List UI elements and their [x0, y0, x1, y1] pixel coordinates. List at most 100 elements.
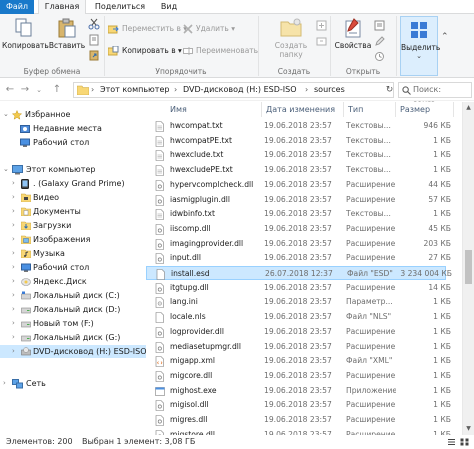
expand-arrow-icon[interactable]: ›: [12, 317, 15, 330]
expand-arrow-icon[interactable]: ›: [3, 377, 6, 390]
column-date-modified[interactable]: Дата изменения: [262, 102, 344, 117]
file-row[interactable]: migcore.dll 19.06.2018 23:57 Расширение...…: [146, 369, 451, 383]
breadcrumb-this-pc[interactable]: Этот компьютер: [100, 83, 169, 97]
nav-item-desktop-pc[interactable]: › Рабочий стол: [0, 261, 146, 274]
file-row[interactable]: imagingprovider.dll 19.06.2018 23:57 Расши…: [146, 237, 451, 251]
nav-item-galaxy-phone[interactable]: › . (Galaxy Grand Prime): [0, 177, 146, 190]
nav-item-this-pc[interactable]: ⌄ Этот компьютер: [0, 163, 146, 176]
tab-file[interactable]: Файл: [0, 0, 34, 14]
expand-arrow-icon[interactable]: ›: [12, 177, 15, 190]
file-row[interactable]: logprovider.dll 19.06.2018 23:57 Расширени…: [146, 325, 451, 339]
file-row[interactable]: migisol.dll 19.06.2018 23:57 Расширение...…: [146, 398, 451, 412]
nav-item-desktop[interactable]: Рабочий стол: [0, 136, 146, 149]
refresh-icon[interactable]: ↻: [383, 83, 396, 97]
file-row[interactable]: hwexcludePE.txt 19.06.2018 23:57 Текстовы.…: [146, 163, 451, 177]
scroll-down-icon[interactable]: ▼: [463, 423, 474, 435]
select-button[interactable]: Выделить ⌄: [400, 16, 440, 76]
up-icon[interactable]: ↑: [51, 83, 63, 97]
file-row[interactable]: idwbinfo.txt 19.06.2018 23:57 Текстовы... 1…: [146, 207, 451, 221]
expand-arrow-icon[interactable]: ›: [12, 219, 15, 232]
expand-arrow-icon[interactable]: ›: [12, 191, 15, 204]
properties-button[interactable]: Свойства: [334, 17, 372, 50]
nav-item-dvd-drive[interactable]: › DVD-дисковод (H:) ESD-ISO: [0, 345, 147, 358]
expand-arrow-icon[interactable]: ›: [12, 331, 15, 344]
file-row[interactable]: iasmigplugin.dll 19.06.2018 23:57 Расширен…: [146, 193, 451, 207]
collapse-ribbon-icon[interactable]: ⌃: [441, 32, 449, 42]
nav-item-local-disk-d[interactable]: › Локальный диск (D:): [0, 303, 146, 316]
expand-arrow-icon[interactable]: ›: [12, 205, 15, 218]
expand-arrow-icon[interactable]: ›: [12, 233, 15, 246]
expand-arrow-icon[interactable]: ›: [12, 289, 15, 302]
nav-item-new-volume-f[interactable]: › Новый том (F:): [0, 317, 146, 330]
new-folder-button[interactable]: Создать папку: [270, 17, 312, 59]
file-row[interactable]: mediasetupmgr.dll 19.06.2018 23:57 Расшире…: [146, 340, 451, 354]
forward-icon[interactable]: →: [19, 83, 31, 97]
file-row[interactable]: hypervcomplcheck.dll 19.06.2018 23:57 Расш…: [146, 178, 451, 192]
file-row[interactable]: hwexclude.txt 19.06.2018 23:57 Текстовы...…: [146, 148, 451, 162]
nav-item-yandex-disk[interactable]: › Яндекс.Диск: [0, 275, 146, 288]
move-to-button[interactable]: Переместить в ▾: [108, 22, 187, 35]
delete-button[interactable]: Удалить ▾: [183, 22, 235, 35]
file-row[interactable]: migres.dll 19.06.2018 23:57 Расширение... 1…: [146, 413, 451, 427]
file-row[interactable]: migstore.dll 19.06.2018 23:57 Расширение..…: [146, 428, 451, 435]
file-row[interactable]: itgtupg.dll 19.06.2018 23:57 Расширение...…: [146, 281, 451, 295]
nav-item-music[interactable]: › Музыка: [0, 247, 146, 260]
nav-item-pictures[interactable]: › Изображения: [0, 233, 146, 246]
easy-access-icon[interactable]: [316, 36, 327, 47]
new-item-icon[interactable]: [316, 20, 327, 31]
scroll-thumb[interactable]: [465, 250, 472, 284]
copy-to-button[interactable]: Копировать в ▾: [108, 44, 182, 57]
nav-item-recent-places[interactable]: Недавние места: [0, 122, 146, 135]
edit-icon[interactable]: [374, 36, 385, 47]
tab-share[interactable]: Поделиться: [90, 0, 150, 14]
large-icons-view-icon[interactable]: [459, 437, 470, 447]
back-icon[interactable]: ←: [4, 83, 16, 97]
address-bar[interactable]: › Этот компьютер › DVD-дисковод (H:) ESD…: [73, 82, 394, 98]
search-box[interactable]: Поиск: sourc...: [398, 82, 472, 108]
file-row[interactable]: hwcompatPE.txt 19.06.2018 23:57 Текстовы..…: [146, 134, 451, 148]
nav-item-documents[interactable]: › Документы: [0, 205, 146, 218]
nav-item-local-disk-c[interactable]: › Локальный диск (C:): [0, 289, 146, 302]
nav-item-downloads[interactable]: › Загрузки: [0, 219, 146, 232]
file-row[interactable]: locale.nls 19.06.2018 23:57 Файл "NLS" 1 КБ: [146, 310, 451, 324]
copy-path-icon[interactable]: [88, 34, 100, 46]
copy-button[interactable]: Копировать: [2, 17, 49, 50]
nav-item-favorites[interactable]: ⌄ Избранное: [0, 108, 146, 121]
column-size[interactable]: Размер: [396, 102, 454, 117]
expand-arrow-icon[interactable]: ›: [12, 247, 15, 260]
file-name: migres.dll: [170, 415, 208, 424]
file-row[interactable]: mighost.exe 19.06.2018 23:57 Приложение 1 К…: [146, 384, 451, 398]
recent-locations-icon[interactable]: ⌄: [33, 83, 45, 97]
history-icon[interactable]: [374, 51, 385, 62]
expand-arrow-icon[interactable]: ›: [12, 261, 15, 274]
file-row[interactable]: lang.ini 19.06.2018 23:57 Параметр... 1 КБ: [146, 295, 451, 309]
nav-item-local-disk-g[interactable]: › Локальный диск (G:): [0, 331, 146, 344]
file-row[interactable]: install.esd 26.07.2018 12:37 Файл "ESD" 3 2…: [146, 266, 452, 280]
file-row[interactable]: input.dll 19.06.2018 23:57 Расширение... 27…: [146, 251, 451, 265]
scroll-up-icon[interactable]: ▲: [463, 102, 474, 114]
paste-button[interactable]: Вставить: [48, 17, 86, 50]
nav-item-network[interactable]: › Сеть: [0, 377, 146, 390]
details-view-icon[interactable]: [446, 437, 457, 447]
breadcrumb-separator: ›: [305, 85, 309, 94]
file-row[interactable]: hwcompat.txt 19.06.2018 23:57 Текстовы... 9…: [146, 119, 451, 133]
tab-home[interactable]: Главная: [38, 0, 86, 15]
breadcrumb-dvd-drive[interactable]: DVD-дисковод (H:) ESD-ISO: [183, 83, 297, 97]
file-row[interactable]: migapp.xml 19.06.2018 23:57 Файл "XML" 1 КБ: [146, 354, 451, 368]
expand-arrow-icon[interactable]: ⌄: [3, 108, 9, 121]
column-name[interactable]: Имя: [146, 102, 262, 117]
breadcrumb-sources[interactable]: sources: [314, 83, 345, 97]
vertical-scrollbar[interactable]: ▲ ▼: [462, 102, 474, 435]
expand-arrow-icon[interactable]: ›: [12, 345, 15, 358]
file-row[interactable]: iiscomp.dll 19.06.2018 23:57 Расширение...…: [146, 222, 451, 236]
column-type[interactable]: Тип: [344, 102, 396, 117]
paste-shortcut-icon[interactable]: [88, 49, 100, 61]
cut-icon[interactable]: [88, 18, 100, 30]
expand-arrow-icon[interactable]: ›: [12, 303, 15, 316]
tab-view[interactable]: Вид: [154, 0, 184, 14]
open-icon[interactable]: [374, 20, 385, 31]
expand-arrow-icon[interactable]: ⌄: [3, 163, 9, 176]
expand-arrow-icon[interactable]: ›: [12, 275, 15, 288]
rename-button[interactable]: Переименовать: [183, 44, 258, 57]
nav-item-videos[interactable]: › Видео: [0, 191, 146, 204]
